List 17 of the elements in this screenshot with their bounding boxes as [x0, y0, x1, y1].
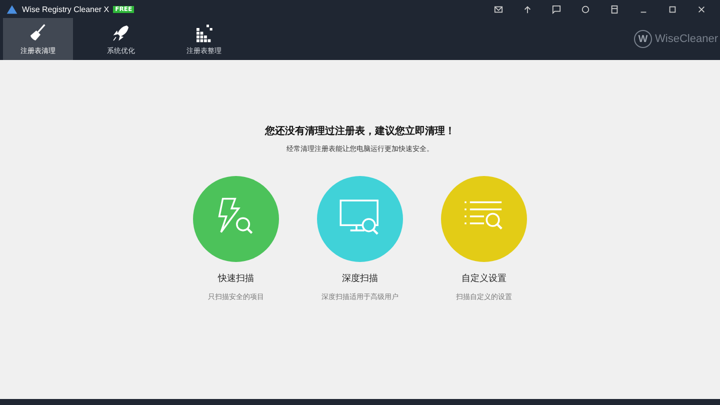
upload-icon[interactable] [523, 4, 532, 14]
close-icon[interactable] [697, 4, 706, 14]
brand-name: WiseCleaner [655, 33, 718, 45]
app-logo-icon [6, 4, 18, 14]
headline: 您还没有清理过注册表，建议您立即清理！ [265, 124, 455, 138]
feedback-icon[interactable] [552, 4, 561, 14]
blocks-icon [194, 22, 214, 42]
brand-logo: W [634, 30, 652, 48]
scan-title: 快速扫描 [218, 272, 254, 285]
rocket-icon [111, 22, 131, 42]
mail-icon[interactable] [494, 4, 503, 14]
scan-title: 深度扫描 [342, 272, 378, 285]
broom-icon [28, 22, 48, 42]
maximize-icon[interactable] [668, 4, 677, 14]
window-title: Wise Registry Cleaner X [22, 4, 110, 14]
scan-title: 自定义设置 [462, 272, 506, 285]
menu-icon[interactable] [610, 4, 619, 14]
